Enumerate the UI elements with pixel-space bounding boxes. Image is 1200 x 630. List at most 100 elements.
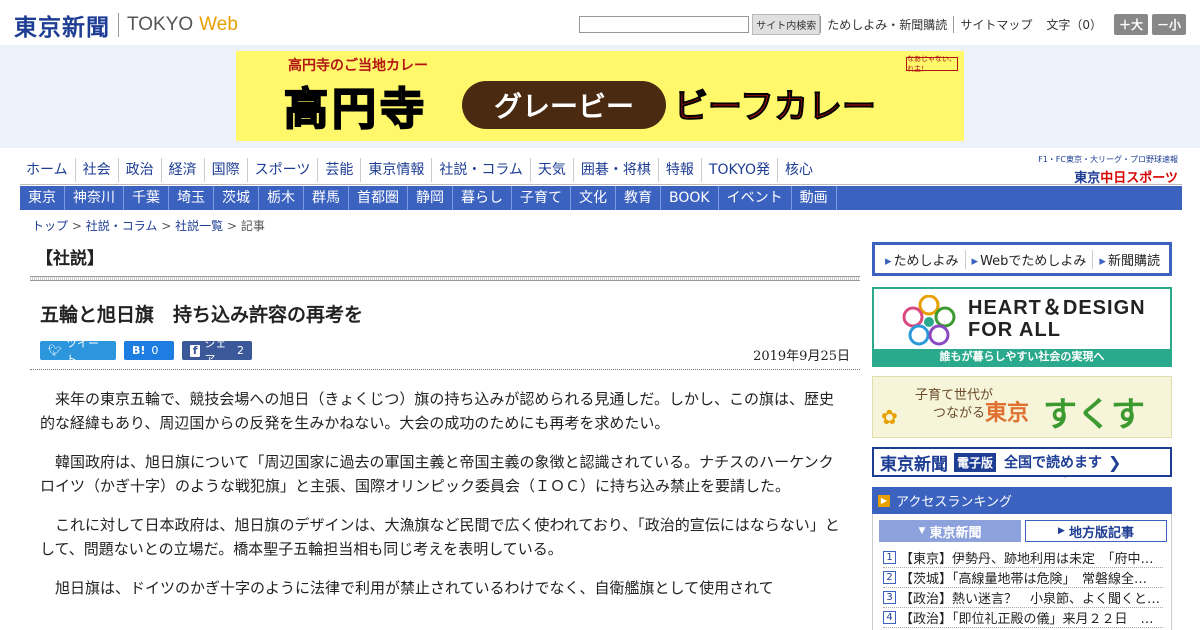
site-header: 東京新聞 TOKYO Web サイト内検索 ためしよみ・新聞購読 サイトマップ …: [0, 0, 1200, 45]
heart-design-caption: 誰もが暮らしやすい社会の実現へ: [874, 349, 1170, 365]
nav-item-economy[interactable]: 経済: [160, 158, 204, 182]
trial-read-link[interactable]: ためしよみ: [879, 250, 965, 269]
banner-badge: なあじゃない、れ主！: [906, 55, 958, 73]
ranking-tab-tokyo[interactable]: ▼ 東京新聞: [879, 520, 1021, 542]
region-ibaraki[interactable]: 茨城: [214, 186, 259, 210]
nav-item-tokyo-hatsu[interactable]: TOKYO発: [700, 158, 777, 182]
banner-big-text: 高円寺: [283, 83, 428, 136]
heart-design-banner[interactable]: HEART＆DESIGN FOR ALL 誰もが暮らしやすい社会の実現へ: [872, 287, 1172, 367]
font-larger-button[interactable]: ＋大: [1113, 14, 1148, 35]
tweet-button[interactable]: 🐦︎ ツイート: [40, 337, 116, 366]
region-shutoken[interactable]: 首都圏: [349, 186, 408, 210]
main-nav: ホーム 社会 政治 経済 国際 スポーツ 芸能 東京情報 社説・コラム 天気 囲…: [20, 158, 820, 182]
article-headline: 五輪と旭日旗 持ち込み許容の再考を: [40, 304, 364, 326]
digital-edition-banner[interactable]: 東京新聞 電子版 全国で読めます ❯: [872, 447, 1172, 477]
nav-item-kakushin[interactable]: 核心: [776, 158, 820, 182]
logo-divider: [118, 13, 119, 37]
font-size-label: 文字（0）: [1046, 18, 1102, 32]
nav-item-sports[interactable]: スポーツ: [246, 158, 318, 182]
font-smaller-button[interactable]: －小: [1151, 14, 1186, 35]
ranking-tabs: ▼ 東京新聞 ▶ 地方版記事: [879, 520, 1171, 542]
sukusuku-tagline-1: 子育て世代が: [915, 388, 994, 403]
category-life[interactable]: 暮らし: [453, 186, 512, 210]
nav-item-tokyo-info[interactable]: 東京情報: [360, 158, 431, 182]
nav-item-politics[interactable]: 政治: [117, 158, 161, 182]
digital-edition-text: 全国で読めます: [1004, 455, 1103, 471]
banner-pill: グレービー: [462, 81, 666, 129]
article-date: 2019年9月25日: [753, 349, 850, 364]
nav-item-igo-shogi[interactable]: 囲碁・将棋: [572, 158, 658, 182]
breadcrumb-editorial[interactable]: 社説・コラム: [86, 219, 158, 233]
section-rule: [30, 276, 860, 281]
region-tokyo[interactable]: 東京: [20, 186, 65, 210]
subscribe-link[interactable]: 新聞購読: [1092, 249, 1166, 269]
nav-item-entertainment[interactable]: 芸能: [317, 158, 360, 182]
category-video[interactable]: 動画: [792, 186, 837, 210]
ranking-number: 3: [883, 591, 896, 604]
chevron-right-icon: ❯: [1108, 452, 1122, 472]
ranking-item[interactable]: 2 【茨城】「高線量地帯は危険」 常磐線全…: [883, 568, 1163, 588]
article-paragraph: 来年の東京五輪で、競技会場への旭日（きょくじつ）旗の持ち込みが認められる見通しだ…: [40, 390, 834, 432]
ranking-number: 2: [883, 571, 896, 584]
region-shizuoka[interactable]: 静岡: [408, 186, 453, 210]
banner-ad[interactable]: 高円寺のご当地カレー 高円寺 グレービー ビーフカレー なあじゃない、れ主！: [236, 51, 964, 141]
nav-item-international[interactable]: 国際: [203, 158, 247, 182]
article-paragraph: 旭日旗は、ドイツのかぎ十字のように法律で利用が禁止されているわけでなく、自衛艦旗…: [55, 579, 774, 597]
region-kanagawa[interactable]: 神奈川: [65, 186, 124, 210]
category-culture[interactable]: 文化: [571, 186, 616, 210]
category-book[interactable]: BOOK: [661, 186, 719, 210]
triangle-down-icon: ▼: [918, 526, 926, 536]
logo-japanese: 東京新聞: [14, 14, 110, 41]
subscription-links: ためしよみ Webでためしよみ 新聞購読: [872, 242, 1172, 276]
flower-icon: ✿: [881, 405, 898, 429]
heart-design-logo-icon: [902, 295, 956, 346]
nav-item-tokuho[interactable]: 特報: [657, 158, 701, 182]
ranking-tab-local[interactable]: ▶ 地方版記事: [1025, 520, 1167, 542]
digital-edition-logo: 東京新聞: [880, 454, 948, 475]
article-paragraph: これに対して日本政府は、旭日旗のデザインは、大漁旗など民間で広く使われており、「…: [40, 516, 840, 558]
search-button[interactable]: サイト内検索: [752, 14, 821, 35]
breadcrumb-editorial-list[interactable]: 社説一覧: [175, 219, 223, 233]
regional-nav: 東京 神奈川 千葉 埼玉 茨城 栃木 群馬 首都圏 静岡 暮らし 子育て 文化 …: [20, 186, 1182, 210]
ranking-number: 1: [883, 551, 896, 564]
digital-edition-badge: 電子版: [954, 452, 997, 472]
headline-rule: [30, 369, 860, 370]
region-tochigi[interactable]: 栃木: [259, 186, 304, 210]
ranking-item[interactable]: 1 【東京】伊勢丹、跡地利用は未定 「府中…: [883, 548, 1163, 568]
breadcrumb-sep: >: [71, 219, 82, 233]
category-parenting[interactable]: 子育て: [512, 186, 571, 210]
banner-red-text: ビーフカレー: [674, 87, 877, 128]
nav-item-home[interactable]: ホーム: [20, 158, 75, 182]
article-paragraph: 韓国政府は、旭日旗について「周辺国家に過去の軍国主義と帝国主義の象徴と認識されて…: [40, 453, 834, 495]
banner-area: 高円寺のご当地カレー 高円寺 グレービー ビーフカレー なあじゃない、れ主！: [0, 45, 1200, 148]
ranking-item[interactable]: 4 【政治】「即位礼正殿の儀」来月２２日 …: [883, 608, 1163, 628]
web-trial-link[interactable]: Webでためしよみ: [964, 249, 1093, 269]
category-event[interactable]: イベント: [719, 186, 792, 210]
nav-item-weather[interactable]: 天気: [529, 158, 573, 182]
sukusuku-banner[interactable]: ✿ 子育て世代が つながる 東京 すくすく: [872, 376, 1172, 484]
ranking-text: 【東京】伊勢丹、跡地利用は未定 「府中…: [900, 552, 1154, 567]
sitemap-link[interactable]: サイトマップ: [953, 16, 1038, 33]
facebook-share-button[interactable]: f シェア 2: [182, 337, 252, 366]
logo-tokyo: TOKYO: [127, 14, 194, 35]
hatena-bookmark-button[interactable]: B! 0: [124, 341, 174, 360]
ranking-number: 4: [883, 611, 896, 624]
site-logo[interactable]: 東京新聞 TOKYO Web: [14, 8, 238, 42]
nav-item-editorial[interactable]: 社説・コラム: [431, 158, 530, 182]
logo-web: Web: [199, 14, 238, 35]
header-tools: サイト内検索 ためしよみ・新聞購読 サイトマップ 文字（0） ＋大 －小: [579, 14, 1186, 35]
ranking-item[interactable]: 3 【政治】熱い迷言？ 小泉節、よく聞くと…: [883, 588, 1163, 608]
sukusuku-tokyo: 東京: [985, 401, 1030, 426]
trial-subscribe-link[interactable]: ためしよみ・新聞購読: [820, 16, 953, 33]
sports-promo[interactable]: F1・FC東京・大リーグ・プロ野球速報 東京中日スポーツ: [1038, 154, 1178, 186]
region-chiba[interactable]: 千葉: [124, 186, 169, 210]
triangle-right-icon: ▶: [1058, 526, 1065, 536]
region-saitama[interactable]: 埼玉: [169, 186, 214, 210]
search-input[interactable]: [579, 16, 750, 33]
heart-design-title: HEART＆DESIGN FOR ALL: [968, 297, 1146, 341]
nav-item-society[interactable]: 社会: [74, 158, 118, 182]
ranking-text: 【茨城】「高線量地帯は危険」 常磐線全…: [900, 572, 1148, 587]
region-gunma[interactable]: 群馬: [304, 186, 349, 210]
category-education[interactable]: 教育: [616, 186, 661, 210]
breadcrumb-top[interactable]: トップ: [32, 219, 68, 233]
